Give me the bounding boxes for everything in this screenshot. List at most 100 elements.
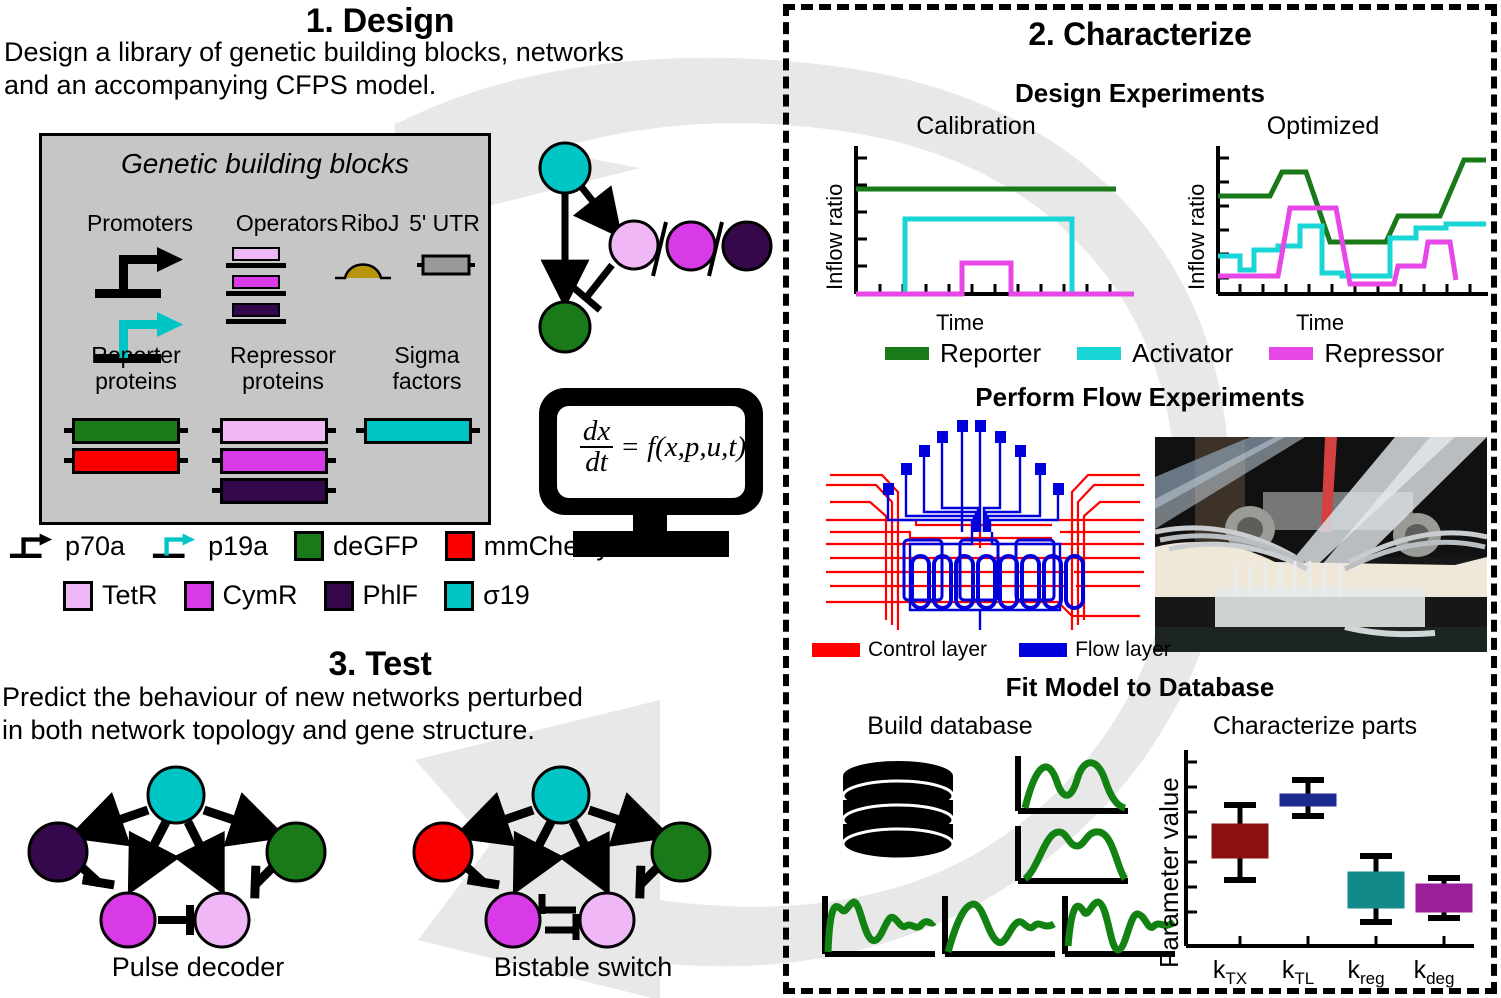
label-repressor-l1: Repressor [229,342,337,368]
trace-plot-2 [1015,826,1129,884]
protein-bar-sigma19-tick-l [356,428,366,433]
cfps-model-monitor: dx dt = f(x,p,u,t) [535,385,767,560]
section-1-body-line1: Design a library of genetic building blo… [4,37,624,67]
boxplot-tick-k-tx-base: k [1212,956,1226,984]
label-repressor-proteins: Repressor proteins [198,342,368,395]
promoter-arrow-black-icon [95,247,183,298]
label-reporter-l1: Reporter [91,342,181,368]
operator-cymr-bar [232,275,280,289]
label-5utr: 5' UTR [409,210,480,236]
boxplot-tick-k-reg: kreg [1336,956,1396,989]
promoter-arrow-cyan-key-icon [152,533,196,558]
optimized-plot-area [1216,146,1488,296]
chip-legend-swatch-control [812,643,860,657]
box-k-tl [1279,777,1337,819]
boxplot-tick-k-tx-sub: TX [1225,969,1248,988]
utr5-icon [417,254,475,276]
protein-bar-phlf-tick-r [326,488,336,493]
boxplot-tick-k-tx: kTX [1200,956,1260,989]
key-label-p70a: p70a [65,530,126,561]
design-experiments-legend: Reporter Activator Repressor [885,338,1480,369]
key-label-tetr: TetR [102,580,158,610]
protein-bar-phlf [220,478,328,504]
boxplot-tick-k-tl: kTL [1268,956,1328,989]
design-network-diagram [538,141,773,354]
protein-bar-cymr [220,448,328,474]
chip-legend-label-flow: Flow layer [1075,638,1171,661]
boxplot-tick-k-tl-base: k [1281,956,1295,984]
boxplot-tick-k-tl-sub: TL [1294,969,1315,988]
protein-bar-tetr-tick-r [326,428,336,433]
legend-swatch-repressor [1269,347,1314,360]
boxplot-tick-k-deg-base: k [1413,956,1427,984]
parameter-boxplot: Parameter value kTX kTL kreg kdeg [1148,748,1490,993]
calibration-chart: Calibration Inflow ratio Time [816,112,1176,335]
key-swatch-mmcherry [444,531,475,561]
protein-bar-cymr-tick-l [212,458,222,463]
label-reporter-l2: proteins [95,368,177,395]
key-row-2: TetR CymR PhlF σ19 [63,580,556,611]
box-k-reg [1347,853,1405,925]
database-cylinder-icon [841,761,955,861]
label-sigma-factors: Sigma factors [362,342,492,395]
calibration-plot-area [854,146,1134,297]
key-swatch-phlf [323,580,354,611]
legend-swatch-activator [1077,347,1122,360]
microfluidic-chip-schematic [826,420,1144,630]
protein-bar-phlf-tick-l [212,488,222,493]
pulse-decoder-caption: Pulse decoder [111,952,285,982]
trace-plot-1 [1015,756,1128,814]
boxplot-tick-k-deg: kdeg [1404,956,1464,989]
key-swatch-degfp [294,531,325,561]
section-3-body: Predict the behaviour of new networks pe… [2,681,772,747]
key-label-phlf: PhlF [362,580,419,610]
key-swatch-cymr [183,580,214,611]
operator-tetr-underline [226,263,286,268]
operator-cymr-underline [226,291,286,296]
bistable-switch-caption: Bistable switch [493,952,673,982]
operator-phlf-bar [232,303,280,317]
protein-bar-mmcherry [72,448,180,474]
box-k-deg [1415,875,1473,921]
section-3-body-line1: Predict the behaviour of new networks pe… [2,682,583,712]
protein-bar-tetr-tick-l [212,428,222,433]
boxplot-tick-k-deg-sub: deg [1426,969,1455,988]
section-3-title: 3. Test [328,645,432,683]
operator-phlf-underline [226,319,286,324]
protein-bar-tetr [220,418,328,444]
protein-bar-cymr-tick-r [326,458,336,463]
design-experiments-subtitle: Design Experiments [1015,78,1265,108]
label-repressor-l2: proteins [242,368,324,395]
key-label-cymr: CymR [222,580,298,610]
genetic-building-blocks-box: Genetic building blocks Promoters Operat… [39,133,491,525]
chip-legend: Control layer Flow layer [812,638,1203,662]
perform-flow-experiments-subtitle: Perform Flow Experiments [975,382,1305,412]
section-2-title: 2. Characterize [1028,16,1252,52]
key-swatch-tetr [63,580,93,611]
model-eq-numerator: dx [579,417,614,448]
pulse-decoder-network [27,765,327,949]
boxplot-plot-area [1184,750,1474,948]
protein-bar-sigma19-tick-r [470,428,480,433]
trace-plot-4 [942,896,1056,957]
optimized-ylabel: Inflow ratio [1184,183,1209,290]
optimized-chart-title: Optimized [1266,112,1380,140]
section-3-body-line2: in both network topology and gene struct… [2,714,535,745]
calibration-xlabel: Time [936,310,985,335]
box-k-tx [1211,802,1269,883]
figure-root: 1. Design Design a library of genetic bu… [0,0,1501,998]
key-label-degfp: deGFP [333,530,419,561]
model-eq-denominator: dt [585,446,608,478]
promoter-arrow-black-key-icon [9,533,53,558]
model-eq-rhs: = f(x,p,u,t) [620,430,747,463]
characterize-parts-caption: Characterize parts [1212,712,1418,740]
chip-legend-swatch-flow [1019,643,1068,657]
optimized-chart: Optimized Inflow ratio Time [1178,112,1498,335]
protein-bar-degfp-tick-r [178,428,188,433]
trace-plot-3 [822,896,937,957]
section-1-body-line2: and an accompanying CFPS model. [4,69,437,100]
legend-label-activator: Activator [1132,338,1234,368]
chip-legend-label-control: Control layer [868,638,988,661]
protein-bar-degfp-tick-l [64,428,74,433]
calibration-ylabel: Inflow ratio [822,183,847,290]
